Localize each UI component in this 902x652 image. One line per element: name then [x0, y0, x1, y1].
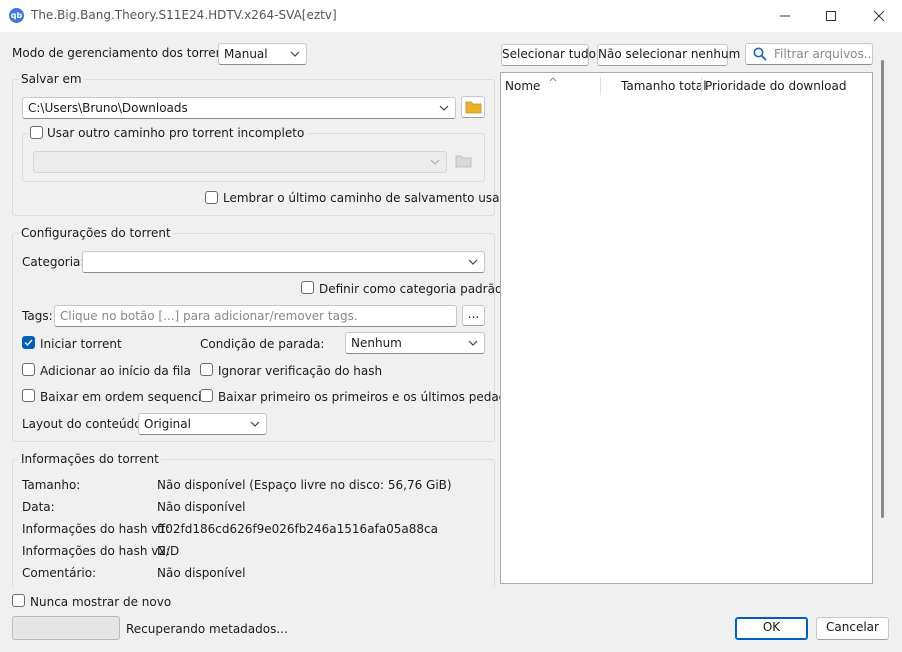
remember-path-label: Lembrar o último caminho de salvamento u…	[223, 191, 515, 205]
maximize-button[interactable]	[808, 0, 854, 32]
column-header-name[interactable]: Nome	[505, 79, 540, 93]
info-value-size: Não disponível (Espaço livre no disco: 5…	[157, 478, 452, 492]
incomplete-path-select[interactable]	[33, 151, 447, 173]
status-text: Recuperando metadados...	[126, 622, 288, 636]
category-select[interactable]	[82, 251, 485, 273]
stop-condition-select[interactable]: Nenhum	[345, 332, 485, 354]
start-torrent-label: Iniciar torrent	[40, 337, 122, 351]
never-show-again-label: Nunca mostrar de novo	[30, 595, 172, 609]
tags-input[interactable]: Clique no botão [...] para adicionar/rem…	[54, 305, 457, 327]
chevron-down-icon	[430, 157, 440, 167]
remember-path-checkbox[interactable]	[205, 191, 218, 204]
qbittorrent-logo-icon: qb	[9, 8, 24, 23]
select-none-button[interactable]: Não selecionar nenhum	[597, 44, 740, 66]
maximize-icon	[826, 11, 836, 21]
torrent-settings-title: Configurações do torrent	[19, 226, 173, 240]
content-layout-value: Original	[144, 417, 191, 431]
save-in-title: Salvar em	[19, 72, 84, 86]
ok-button[interactable]: OK	[735, 617, 808, 640]
scrollbar[interactable]	[881, 60, 884, 518]
save-path-value: C:\Users\Bruno\Downloads	[28, 101, 188, 115]
chevron-down-icon	[439, 103, 449, 113]
stop-condition-value: Nenhum	[351, 336, 402, 350]
info-value-date: Não disponível	[157, 500, 246, 514]
management-mode-value: Manual	[224, 47, 268, 61]
folder-icon	[455, 155, 472, 168]
use-other-path-checkbox[interactable]	[30, 126, 43, 139]
tags-edit-button[interactable]: ...	[462, 305, 485, 326]
info-label-hash-v1: Informações do hash v1:	[22, 522, 171, 536]
sequential-download-label: Baixar em ordem sequencial	[40, 390, 213, 404]
tags-label: Tags:	[22, 309, 53, 323]
info-value-comment: Não disponível	[157, 566, 246, 580]
add-top-queue-label: Adicionar ao início da fila	[40, 364, 191, 378]
close-icon	[873, 10, 885, 22]
stop-condition-label: Condição de parada:	[200, 337, 325, 351]
minimize-icon	[780, 15, 790, 17]
info-label-comment: Comentário:	[22, 566, 97, 580]
info-label-size: Tamanho:	[22, 478, 81, 492]
window-title: The.Big.Bang.Theory.S11E24.HDTV.x264-SVA…	[31, 8, 337, 22]
skip-hash-check-checkbox[interactable]	[200, 363, 213, 376]
management-mode-select[interactable]: Manual	[218, 43, 307, 65]
start-torrent-checkbox[interactable]	[22, 336, 35, 349]
info-value-hash-v1: ff02fd186cd626f9e026fb246a1516afa05a88ca	[157, 522, 438, 536]
cancel-button[interactable]: Cancelar	[816, 617, 889, 640]
column-header-priority[interactable]: Prioridade do download	[705, 79, 847, 93]
sort-up-icon	[549, 71, 557, 85]
column-separator	[701, 77, 702, 95]
files-tree[interactable]: Nome Tamanho total Prioridade do downloa…	[500, 72, 873, 584]
use-other-path-label: Usar outro caminho pro torrent incomplet…	[47, 126, 305, 140]
content-layout-label: Layout do conteúdo:	[22, 417, 146, 431]
minimize-button[interactable]	[762, 0, 808, 32]
metadata-progress-bar	[12, 616, 120, 640]
chevron-down-icon	[468, 257, 478, 267]
category-label: Categoria:	[22, 255, 85, 269]
first-last-pieces-checkbox[interactable]	[200, 389, 213, 402]
close-button[interactable]	[856, 0, 902, 32]
skip-hash-check-label: Ignorar verificação do hash	[218, 364, 383, 378]
browse-incomplete-path-button[interactable]	[455, 153, 472, 168]
management-mode-label: Modo de gerenciamento dos torrents:	[12, 46, 239, 60]
select-all-button[interactable]: Selecionar tudo	[501, 44, 596, 66]
default-category-label: Definir como categoria padrão	[319, 282, 503, 296]
chevron-down-icon	[290, 49, 300, 59]
search-icon	[753, 47, 767, 64]
add-top-queue-checkbox[interactable]	[22, 363, 35, 376]
checkmark-icon	[24, 339, 33, 347]
chevron-down-icon	[468, 338, 478, 348]
info-label-hash-v2: Informações do hash v2:	[22, 544, 171, 558]
sequential-download-checkbox[interactable]	[22, 389, 35, 402]
info-label-date: Data:	[22, 500, 55, 514]
chevron-down-icon	[250, 419, 260, 429]
content-layout-select[interactable]: Original	[138, 413, 267, 435]
column-separator	[600, 77, 601, 95]
torrent-info-title: Informações do torrent	[19, 452, 161, 466]
never-show-again-checkbox[interactable]	[12, 594, 25, 607]
default-category-checkbox[interactable]	[301, 281, 314, 294]
browse-save-path-button[interactable]	[461, 96, 485, 118]
column-header-total-size[interactable]: Tamanho total	[621, 79, 707, 93]
save-path-select[interactable]: C:\Users\Bruno\Downloads	[22, 97, 456, 119]
first-last-pieces-label: Baixar primeiro os primeiros e os último…	[218, 390, 519, 404]
info-value-hash-v2: N/D	[157, 544, 180, 558]
use-other-path-container: Usar outro caminho pro torrent incomplet…	[28, 126, 309, 140]
folder-icon	[465, 101, 482, 114]
